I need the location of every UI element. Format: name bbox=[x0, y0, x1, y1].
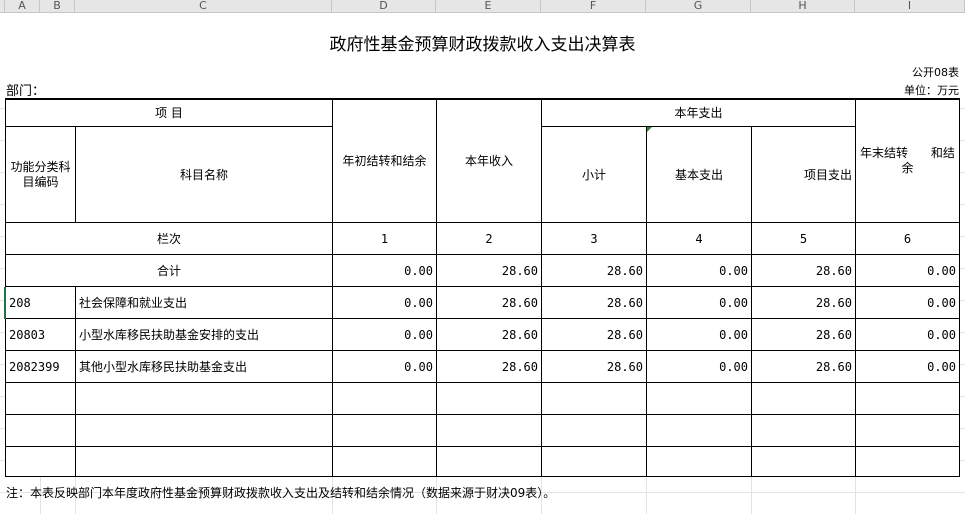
cell-row2-subtotal[interactable]: 28.60 bbox=[542, 319, 646, 350]
column-index-label[interactable]: 栏次 bbox=[6, 223, 332, 254]
cell-row1-basic[interactable]: 0.00 bbox=[647, 287, 751, 318]
header-name[interactable]: 科目名称 bbox=[76, 127, 332, 222]
cell-row2-basic[interactable]: 0.00 bbox=[647, 319, 751, 350]
cell-row1-project[interactable]: 28.60 bbox=[752, 287, 855, 318]
cell-row3-subtotal[interactable]: 28.60 bbox=[542, 351, 646, 382]
column-index-1[interactable]: 1 bbox=[333, 223, 436, 254]
cell-total-beginning[interactable]: 0.00 bbox=[333, 255, 436, 286]
cell-row2-ending[interactable]: 0.00 bbox=[856, 319, 959, 350]
department-label: 部门： bbox=[6, 84, 46, 99]
column-index-4[interactable]: 4 bbox=[647, 223, 751, 254]
cell-row3-code[interactable]: 2082399 bbox=[6, 351, 75, 382]
cell-row1-name[interactable]: 社会保障和就业支出 bbox=[76, 287, 332, 318]
footnote: 注：本表反映部门本年度政府性基金预算财政拨款收入支出及结转和结余情况（数据来源于… bbox=[6, 486, 556, 500]
header-code[interactable]: 功能分类科目编码 bbox=[6, 127, 75, 222]
cell-row1-beginning[interactable]: 0.00 bbox=[333, 287, 436, 318]
unit-label: 单位：万元 bbox=[904, 84, 959, 97]
header-subtotal[interactable]: 小计 bbox=[542, 127, 646, 222]
header-basic-expense[interactable]: 基本支出 bbox=[647, 127, 751, 222]
header-expense-group[interactable]: 本年支出 bbox=[542, 99, 855, 126]
header-ending-balance[interactable]: 年末结转 和结余 bbox=[856, 99, 959, 222]
column-header-d[interactable]: D bbox=[332, 0, 436, 12]
header-project-expense[interactable]: 项目支出 bbox=[752, 127, 855, 222]
column-header-i[interactable]: I bbox=[855, 0, 965, 12]
column-index-6[interactable]: 6 bbox=[856, 223, 959, 254]
cell-row3-ending[interactable]: 0.00 bbox=[856, 351, 959, 382]
cell-row3-income[interactable]: 28.60 bbox=[437, 351, 541, 382]
cell-row3-beginning[interactable]: 0.00 bbox=[333, 351, 436, 382]
column-header-h[interactable]: H bbox=[751, 0, 855, 12]
header-income[interactable]: 本年收入 bbox=[437, 99, 541, 222]
cell-total-income[interactable]: 28.60 bbox=[437, 255, 541, 286]
header-project[interactable]: 项 目 bbox=[6, 99, 332, 126]
column-header-a[interactable]: A bbox=[5, 0, 40, 12]
cell-row2-name[interactable]: 小型水库移民扶助基金安排的支出 bbox=[76, 319, 332, 350]
cell-total-ending[interactable]: 0.00 bbox=[856, 255, 959, 286]
active-cell-indicator bbox=[4, 287, 6, 319]
cell-row3-project[interactable]: 28.60 bbox=[752, 351, 855, 382]
column-index-2[interactable]: 2 bbox=[437, 223, 541, 254]
column-header-f[interactable]: F bbox=[541, 0, 646, 12]
column-header-c[interactable]: C bbox=[75, 0, 332, 12]
column-index-3[interactable]: 3 bbox=[542, 223, 646, 254]
cell-row3-basic[interactable]: 0.00 bbox=[647, 351, 751, 382]
cell-total-project[interactable]: 28.60 bbox=[752, 255, 855, 286]
cell-row3-name[interactable]: 其他小型水库移民扶助基金支出 bbox=[76, 351, 332, 382]
spreadsheet-column-header: A B C D E F G H I bbox=[0, 0, 965, 13]
cell-row2-code[interactable]: 20803 bbox=[6, 319, 75, 350]
column-index-5[interactable]: 5 bbox=[752, 223, 855, 254]
column-header-g[interactable]: G bbox=[646, 0, 751, 12]
cell-total-subtotal[interactable]: 28.60 bbox=[542, 255, 646, 286]
cell-row1-ending[interactable]: 0.00 bbox=[856, 287, 959, 318]
table-row-total-name[interactable]: 合计 bbox=[6, 255, 332, 286]
cell-row1-code[interactable]: 208 bbox=[6, 287, 75, 318]
cell-total-basic[interactable]: 0.00 bbox=[647, 255, 751, 286]
cell-row2-project[interactable]: 28.60 bbox=[752, 319, 855, 350]
cell-row2-income[interactable]: 28.60 bbox=[437, 319, 541, 350]
column-header-e[interactable]: E bbox=[436, 0, 541, 12]
column-header-b[interactable]: B bbox=[40, 0, 75, 12]
table-number: 公开08表 bbox=[912, 66, 959, 79]
cell-row1-subtotal[interactable]: 28.60 bbox=[542, 287, 646, 318]
cell-row1-income[interactable]: 28.60 bbox=[437, 287, 541, 318]
cell-row2-beginning[interactable]: 0.00 bbox=[333, 319, 436, 350]
header-beginning-balance[interactable]: 年初结转和结余 bbox=[333, 99, 436, 222]
page-title: 政府性基金预算财政拨款收入支出决算表 bbox=[329, 35, 636, 55]
